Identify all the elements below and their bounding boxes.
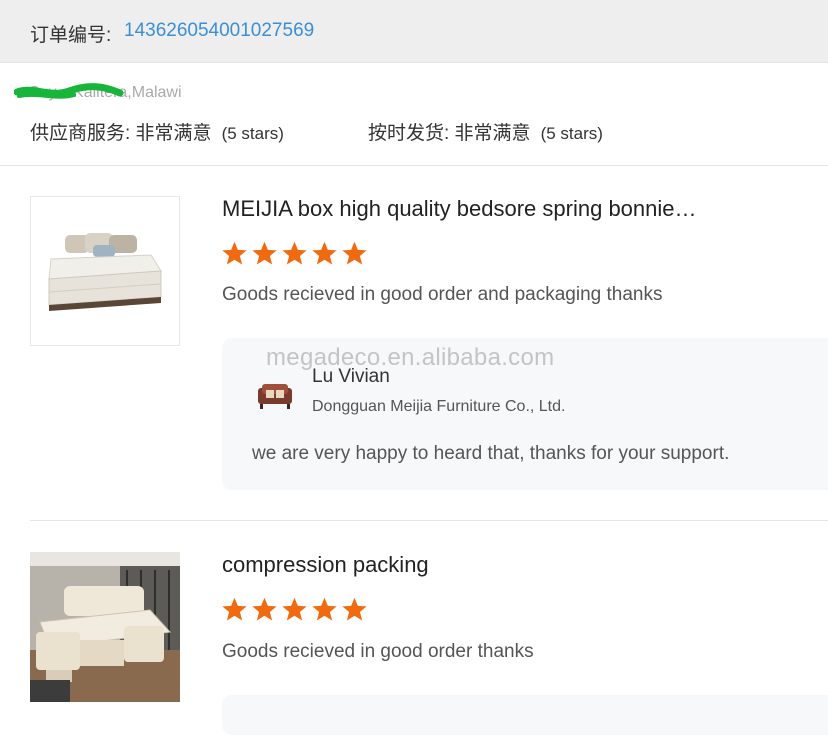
review-stars-1 (221, 240, 368, 267)
on-time-delivery-rating: 按时发货: 非常满意 (5 stars) (368, 118, 603, 145)
star-icon (252, 241, 277, 265)
order-number-link[interactable]: 143626054001027569 (124, 20, 314, 42)
seller-avatar[interactable] (256, 378, 294, 412)
star-icon (252, 597, 277, 621)
product-title-1[interactable]: MEIJIA box high quality bedsore spring b… (222, 196, 697, 222)
divider (30, 520, 828, 521)
watermark-text: megadeco.en.alibaba.com (266, 344, 555, 371)
product-thumbnail-mattress[interactable] (30, 196, 180, 346)
supplier-service-rating: 供应商服务: 非常满意 (5 stars) (30, 118, 284, 145)
review-text-2: Goods recieved in good order thanks (222, 641, 534, 662)
mattress-image (31, 197, 179, 345)
star-icon (222, 241, 247, 265)
review-text-1: Goods recieved in good order and packagi… (222, 284, 663, 305)
supplier-service-label: 供应商服务: 非常满意 (30, 123, 212, 144)
redaction-scribble (14, 83, 124, 99)
divider (0, 165, 828, 166)
on-time-delivery-stars-note: (5 stars) (540, 124, 603, 143)
star-icon (282, 597, 307, 621)
star-icon (312, 241, 337, 265)
product-title-2[interactable]: compression packing (222, 552, 429, 578)
seller-reply-box (222, 695, 828, 735)
star-icon (342, 597, 367, 621)
order-number-label: 订单编号: (30, 25, 112, 46)
star-icon (342, 241, 367, 265)
review-stars-2 (221, 596, 368, 623)
star-icon (222, 597, 247, 621)
seller-reply-text: we are very happy to heard that, thanks … (252, 443, 730, 464)
supplier-service-stars-note: (5 stars) (221, 124, 284, 143)
star-icon (312, 597, 337, 621)
seller-company[interactable]: Dongguan Meijia Furniture Co., Ltd. (312, 398, 565, 416)
on-time-delivery-label: 按时发货: 非常满意 (368, 123, 531, 144)
order-header: 订单编号: 143626054001027569 (0, 0, 828, 63)
product-thumbnail-smart-bed[interactable] (30, 552, 180, 702)
smart-bed-image (30, 552, 180, 702)
star-icon (282, 241, 307, 265)
seller-name: Lu Vivian (312, 366, 390, 387)
